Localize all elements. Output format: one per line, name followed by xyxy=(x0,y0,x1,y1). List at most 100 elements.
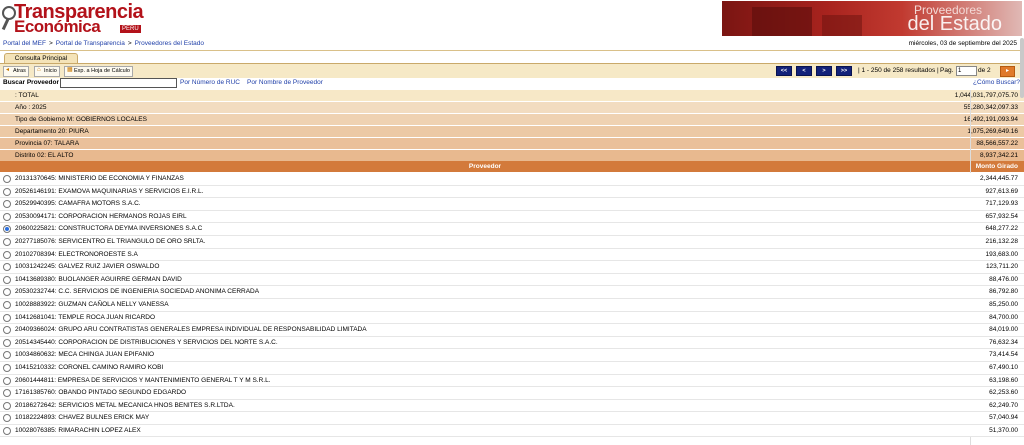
page-number-input[interactable]: 1 xyxy=(956,66,977,76)
table-row[interactable]: 10413689380: BUOLANGER AGUIRRE GERMAN DA… xyxy=(0,273,1024,287)
summary-row[interactable]: : TOTAL 1,044,031,797,075.70 xyxy=(0,90,1024,102)
back-button-label: Atras xyxy=(13,68,26,74)
row-radio-button[interactable] xyxy=(3,313,11,322)
summary-label: : TOTAL xyxy=(15,92,39,99)
row-radio-button[interactable] xyxy=(3,212,11,221)
provider-amount: 76,632.34 xyxy=(989,338,1018,346)
table-row[interactable]: 20131370645: MINISTERIO DE ECONOMIA Y FI… xyxy=(0,173,1024,186)
row-radio-button[interactable] xyxy=(3,288,11,297)
proveedores-banner: Proveedores del Estado xyxy=(722,1,1022,36)
table-row[interactable]: 20514345440: CORPORACION DE DISTRIBUCION… xyxy=(0,336,1024,350)
row-radio-button[interactable] xyxy=(3,426,11,435)
magnifier-handle xyxy=(1,18,10,31)
provider-table: 20131370645: MINISTERIO DE ECONOMIA Y FI… xyxy=(0,173,1024,438)
summary-amount: 1,075,269,649.16 xyxy=(967,128,1018,135)
summary-row[interactable]: Departamento 20: PIURA 1,075,269,649.16 xyxy=(0,126,1024,138)
current-date: miércoles, 03 de septiembre del 2025 xyxy=(908,40,1017,47)
summary-row[interactable]: Tipo de Gobierno M: GOBIERNOS LOCALES 16,… xyxy=(0,114,1024,126)
table-row[interactable]: 17161385760: OBANDO PINTADO SEGUNDO EDGA… xyxy=(0,387,1024,400)
banner-building-image xyxy=(752,7,812,36)
breadcrumb-separator: > xyxy=(127,40,132,47)
table-row[interactable]: 10182224893: CHAVEZ BULNES ERICK MAY 57,0… xyxy=(0,412,1024,425)
search-bar: Buscar Proveedor Por Número de RUC Por N… xyxy=(0,78,1024,89)
summary-row[interactable]: Provincia 07: TALARA 88,566,557.22 xyxy=(0,138,1024,150)
search-by-name-link[interactable]: Por Nombre de Proveedor xyxy=(247,79,323,86)
provider-name: 20526146191: EXAMOVA MAQUINARIAS Y SERVI… xyxy=(15,187,204,195)
table-row[interactable]: 20526146191: EXAMOVA MAQUINARIAS Y SERVI… xyxy=(0,185,1024,199)
how-to-search-link[interactable]: ¿Cómo Buscar? xyxy=(973,79,1020,86)
row-radio-button[interactable] xyxy=(3,250,11,259)
provider-amount: 2,344,445.77 xyxy=(980,175,1018,182)
prev-page-button[interactable]: < xyxy=(796,66,812,76)
provider-name: 10028076385: RIMARACHIN LOPEZ ALEX xyxy=(15,426,141,434)
summary-label: Distrito 02: EL ALTO xyxy=(15,152,74,159)
table-row[interactable]: 10031242245: GALVEZ RUIZ JAVIER OSWALDO 1… xyxy=(0,261,1024,274)
header-monto-girado: Monto Girado xyxy=(975,163,1018,170)
table-row[interactable]: 10412681041: TEMPLE ROCA JUAN RICARDO 84,… xyxy=(0,311,1024,325)
page-label: Pag. xyxy=(940,67,954,74)
table-row[interactable]: 20601444811: EMPRESA DE SERVICIOS Y MANT… xyxy=(0,374,1024,388)
row-radio-button[interactable] xyxy=(3,376,11,385)
provider-name: 10415210332: CORONEL CAMINO RAMIRO KOBI xyxy=(15,363,164,371)
provider-amount: 63,198.60 xyxy=(989,376,1018,384)
back-button[interactable]: ◂ Atras xyxy=(3,66,29,77)
provider-amount: 216,132.28 xyxy=(985,237,1018,245)
row-radio-button[interactable] xyxy=(3,326,11,335)
table-row[interactable]: 10028883922: GUZMAN CAÑOLA NELLY VANESSA… xyxy=(0,298,1024,312)
scrollbar[interactable] xyxy=(1020,38,1024,98)
provider-name: 20409366024: GRUPO ARU CONTRATISTAS GENE… xyxy=(15,326,367,334)
search-by-ruc-link[interactable]: Por Número de RUC xyxy=(180,79,240,86)
breadcrumb-proveedores[interactable]: Proveedores del Estado xyxy=(135,40,204,47)
breadcrumb-portal-transparencia[interactable]: Portal de Transparencia xyxy=(56,40,125,47)
row-radio-button[interactable] xyxy=(3,363,11,372)
breadcrumb-separator: > xyxy=(49,40,53,47)
provider-amount: 62,253.60 xyxy=(989,389,1018,397)
row-radio-button[interactable] xyxy=(3,237,11,246)
table-row[interactable]: 20530232744: C.C. SERVICIOS DE INGENIERI… xyxy=(0,286,1024,299)
transparencia-logo[interactable]: Transparencia Económica PERU xyxy=(1,2,144,36)
row-radio-button[interactable] xyxy=(3,389,11,398)
row-radio-button[interactable] xyxy=(3,338,11,347)
row-radio-button[interactable] xyxy=(3,401,11,410)
row-radio-button[interactable] xyxy=(3,351,11,360)
row-radio-button[interactable] xyxy=(3,200,11,209)
row-radio-button[interactable] xyxy=(3,225,11,234)
page-header: Transparencia Económica PERU Proveedores… xyxy=(0,0,1024,38)
provider-amount: 67,490.10 xyxy=(989,363,1018,371)
breadcrumb-portal-mef[interactable]: Portal del MEF xyxy=(3,40,46,47)
home-button[interactable]: ⌂ Inicio xyxy=(34,66,60,77)
provider-amount: 193,683.00 xyxy=(985,250,1018,258)
table-row[interactable]: 20409366024: GRUPO ARU CONTRATISTAS GENE… xyxy=(0,324,1024,337)
last-page-button[interactable]: >> xyxy=(836,66,852,76)
table-row[interactable]: 20529940395: CAMAFRA MOTORS S.A.C. 717,12… xyxy=(0,198,1024,211)
next-page-button[interactable]: > xyxy=(816,66,832,76)
go-page-button[interactable]: ▸ xyxy=(1000,66,1015,77)
table-row[interactable]: 10415210332: CORONEL CAMINO RAMIRO KOBI 6… xyxy=(0,361,1024,375)
row-radio-button[interactable] xyxy=(3,263,11,272)
table-row[interactable]: 20600225821: CONSTRUCTORA DEYMA INVERSIO… xyxy=(0,223,1024,236)
row-radio-button[interactable] xyxy=(3,175,11,183)
table-row[interactable]: 10034860632: MECA CHINGA JUAN EPIFANIO 73… xyxy=(0,349,1024,362)
row-radio-button[interactable] xyxy=(3,414,11,423)
search-input[interactable] xyxy=(60,78,177,88)
provider-amount: 648,277.22 xyxy=(985,225,1018,233)
row-radio-button[interactable] xyxy=(3,187,11,196)
row-radio-button[interactable] xyxy=(3,275,11,284)
table-row[interactable]: 20277185076: SERVICENTRO EL TRIANGULO DE… xyxy=(0,235,1024,249)
provider-name: 20131370645: MINISTERIO DE ECONOMIA Y FI… xyxy=(15,175,184,182)
table-header: Proveedor Monto Girado xyxy=(0,161,1024,172)
provider-name: 20514345440: CORPORACION DE DISTRIBUCION… xyxy=(15,338,278,346)
table-row[interactable]: 20530094171: CORPORACION HERMANOS ROJAS … xyxy=(0,210,1024,224)
provider-amount: 927,613.69 xyxy=(985,187,1018,195)
provider-name: 17161385760: OBANDO PINTADO SEGUNDO EDGA… xyxy=(15,389,187,397)
provider-name: 10413689380: BUOLANGER AGUIRRE GERMAN DA… xyxy=(15,275,182,283)
first-page-button[interactable]: << xyxy=(776,66,792,76)
table-row[interactable]: 20186272642: SERVICIOS METAL MECANICA HN… xyxy=(0,399,1024,413)
row-radio-button[interactable] xyxy=(3,300,11,309)
provider-name: 10028883922: GUZMAN CAÑOLA NELLY VANESSA xyxy=(15,300,169,308)
table-row[interactable]: 20102708394: ELECTRONOROESTE S.A 193,683.… xyxy=(0,248,1024,262)
summary-row[interactable]: Año : 2025 55,280,342,097.33 xyxy=(0,102,1024,114)
table-row[interactable]: 10028076385: RIMARACHIN LOPEZ ALEX 51,370… xyxy=(0,424,1024,438)
export-spreadsheet-button[interactable]: ▦Exp. a Hoja de Cálculo xyxy=(64,66,133,77)
summary-amount: 88,566,557.22 xyxy=(976,140,1018,147)
